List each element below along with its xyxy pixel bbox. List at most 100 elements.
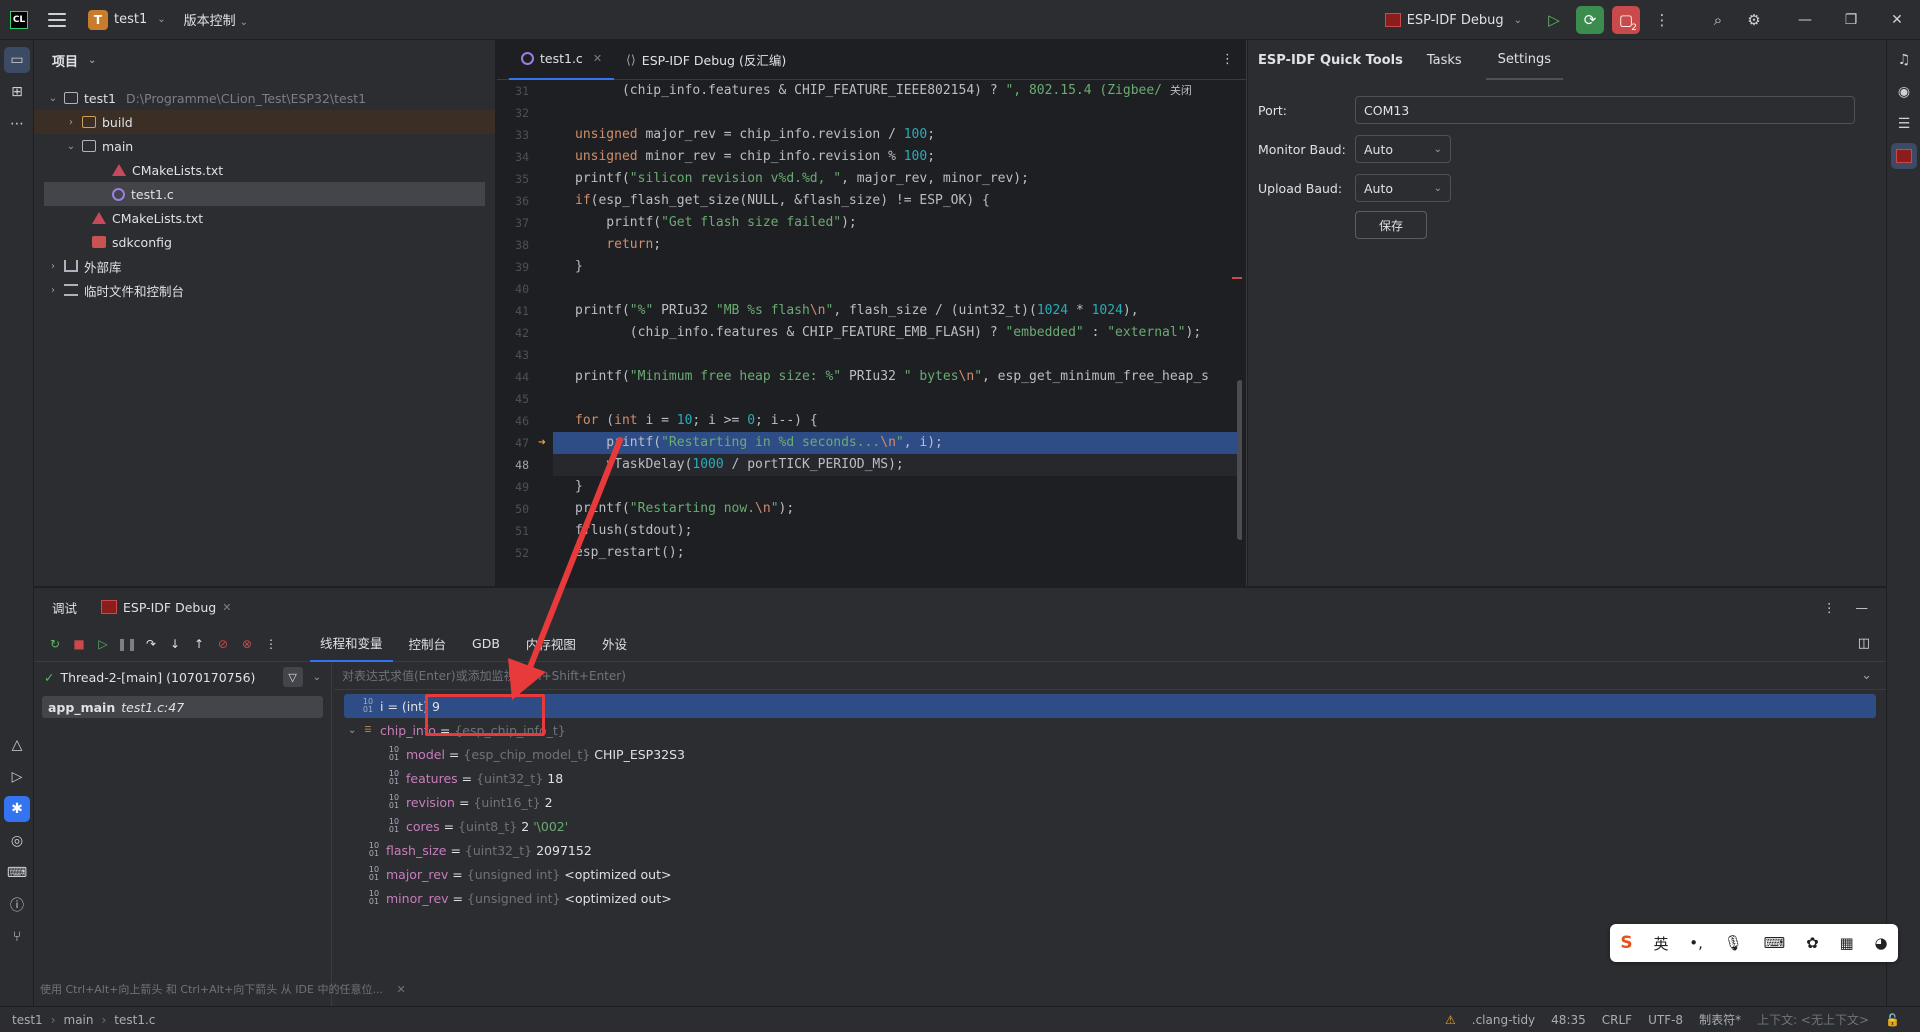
filter-icon[interactable]: ▽ [282,667,303,687]
grid-icon[interactable]: ▦ [1839,934,1853,952]
project-tool-icon[interactable]: ▭ [4,47,30,73]
view-breakpoints-icon[interactable]: ⊘ [212,633,234,655]
tree-item-test1c[interactable]: test1.c [44,182,485,206]
esp-idf-tool-icon[interactable] [1891,143,1917,169]
tree-item-sdkconfig[interactable]: sdkconfig [34,230,495,254]
warning-icon[interactable]: ⚠ [1445,1013,1456,1027]
rerun-debug-button[interactable]: ⟳ [1576,6,1604,34]
tab-peripherals[interactable]: 外设 [592,626,637,662]
run-config-selector[interactable]: ESP-IDF Debug ⌄ [1384,13,1522,28]
tab-settings[interactable]: Settings [1485,40,1563,80]
variable-row-flash-size[interactable]: 10 01 flash_size = {uint32_t} 2097152 [334,838,1886,862]
pause-icon[interactable]: ❚❚ [116,633,138,655]
tree-item-external-libs[interactable]: › 外部库 [34,254,495,278]
inspector-profile[interactable]: .clang-tidy [1472,1013,1535,1027]
breadcrumb-dir[interactable]: main [64,1013,94,1027]
project-panel-header[interactable]: 项目 ⌄ [34,40,495,80]
lock-icon[interactable]: 🔓 [1885,1013,1900,1027]
stop-button[interactable]: ▢ 2 [1612,6,1640,34]
more-icon[interactable]: ⋮ [1823,600,1836,615]
frame-item[interactable]: app_main test1.c:47 [42,696,323,718]
microphone-icon[interactable]: 🎙 [1724,934,1743,952]
variable-row-features[interactable]: 10 01 features = {uint32_t} 18 [334,766,1886,790]
error-stripe-mark[interactable] [1232,277,1242,279]
variable-row-major-rev[interactable]: 10 01 major_rev = {unsigned int} <optimized… [334,862,1886,886]
debug-tool-icon[interactable]: ✱ [4,796,30,822]
ime-punctuation-toggle[interactable]: •, [1689,934,1703,952]
problems-tool-icon[interactable]: △ [4,732,30,758]
more-icon[interactable]: ⋮ [260,633,282,655]
restore-button[interactable]: ❐ [1828,0,1874,40]
step-out-icon[interactable]: ↑ [188,633,210,655]
monitor-baud-select[interactable]: Auto ⌄ [1355,135,1451,163]
main-menu-icon[interactable] [48,12,66,27]
step-into-icon[interactable]: ↓ [164,633,186,655]
tab-threads-variables[interactable]: 线程和变量 [310,626,393,662]
minimize-panel-icon[interactable]: — [1856,600,1869,615]
tree-item-scratches[interactable]: › 临时文件和控制台 [34,278,495,302]
step-over-icon[interactable]: ↷ [140,633,162,655]
close-window-button[interactable]: ✕ [1874,0,1920,40]
more-tools-icon[interactable]: ⋯ [4,111,30,137]
breadcrumb-file[interactable]: test1.c [114,1013,155,1027]
skin-icon[interactable]: ✿ [1806,934,1819,952]
vcs-menu[interactable]: 版本控制 ⌄ [184,10,248,29]
context-indicator[interactable]: 上下文: <无上下文> [1757,1011,1869,1028]
tab-gdb[interactable]: GDB [462,626,510,662]
run-tool-icon[interactable]: ▷ [4,764,30,790]
file-encoding[interactable]: UTF-8 [1648,1013,1683,1027]
tab-disassembly[interactable]: ⟨⟩ ESP-IDF Debug (反汇编) [614,40,798,80]
problems-list-icon[interactable]: ⓘ [4,892,30,918]
notifications-icon[interactable]: ♫ [1891,47,1917,73]
tree-item-main-cmake[interactable]: CMakeLists.txt [34,158,495,182]
variable-row-i[interactable]: 10 01 i = (int) 9 [344,694,1876,718]
save-button[interactable]: 保存 [1355,211,1427,239]
tab-memory-view[interactable]: 内存视图 [516,626,586,662]
ime-logo-icon[interactable]: S [1620,933,1632,953]
close-icon[interactable]: ✕ [593,52,602,65]
tab-console[interactable]: 控制台 [399,626,457,662]
resume-icon[interactable]: ▷ [92,633,114,655]
chevron-down-icon[interactable]: ⌄ [1861,668,1872,683]
more-icon[interactable]: ⋮ [1221,52,1234,67]
ime-language-toggle[interactable]: 英 [1653,933,1668,954]
keyboard-icon[interactable]: ⌨ [1764,934,1786,952]
variable-row-minor-rev[interactable]: 10 01 minor_rev = {unsigned int} <optimized… [334,886,1886,910]
vertical-scrollbar[interactable] [1237,380,1242,540]
git-tool-icon[interactable]: ⑂ [4,924,30,950]
structure-tool-icon[interactable]: ⊞ [4,79,30,105]
more-icon[interactable]: ⋮ [1648,6,1676,34]
variable-row-cores[interactable]: 10 01 cores = {uint8_t} 2 '\002' [334,814,1886,838]
layout-icon[interactable]: ◫ [1858,636,1870,651]
mute-breakpoints-icon[interactable]: ⊗ [236,633,258,655]
tab-tasks[interactable]: Tasks [1427,40,1462,80]
project-switcher[interactable]: T test1 ⌄ [88,9,166,30]
mascot-icon[interactable]: ◕ [1874,934,1887,952]
stop-icon[interactable]: ■ [68,633,90,655]
search-icon[interactable]: ⌕ [1704,6,1732,34]
line-separator[interactable]: CRLF [1602,1013,1632,1027]
tree-item-root[interactable]: ⌄ test1 D:\Programme\CLion_Test\ESP32\te… [34,86,495,110]
thread-selector[interactable]: ✓ Thread-2-[main] (1070170756) ▽ ⌄ [34,662,331,692]
close-icon[interactable]: ✕ [222,601,231,614]
tree-item-main[interactable]: ⌄ main [34,134,495,158]
indent-setting[interactable]: 制表符* [1699,1011,1741,1028]
rerun-icon[interactable]: ↻ [44,633,66,655]
tree-item-root-cmake[interactable]: CMakeLists.txt [34,206,495,230]
variable-row-model[interactable]: 10 01 model = {esp_chip_model_t} CHIP_ESP32… [334,742,1886,766]
services-tool-icon[interactable]: ◎ [4,828,30,854]
caret-position[interactable]: 48:35 [1551,1013,1586,1027]
tab-debug[interactable]: 调试 [52,598,77,617]
code-area[interactable]: 31 (chip_info.features & CHIP_FEATURE_IE… [497,80,1242,580]
variable-row-chip-info[interactable]: ⌄ ☰ chip_info = {esp_chip_info_t} [334,718,1886,742]
ai-assistant-icon[interactable]: ◉ [1891,79,1917,105]
tree-item-build[interactable]: › build [34,110,495,134]
expression-input[interactable]: 对表达式求值(Enter)或添加监视(Ctrl+Shift+Enter) [334,662,1886,690]
minimize-button[interactable]: — [1782,0,1828,40]
resume-icon[interactable]: ▷ [1540,6,1568,34]
chevron-down-icon[interactable]: ⌄ [313,672,321,683]
terminal-tool-icon[interactable]: ⌨ [4,860,30,886]
gear-icon[interactable]: ⚙ [1740,6,1768,34]
tab-debug-session[interactable]: ESP-IDF Debug ✕ [101,600,231,615]
port-input[interactable]: COM13 [1355,96,1855,124]
